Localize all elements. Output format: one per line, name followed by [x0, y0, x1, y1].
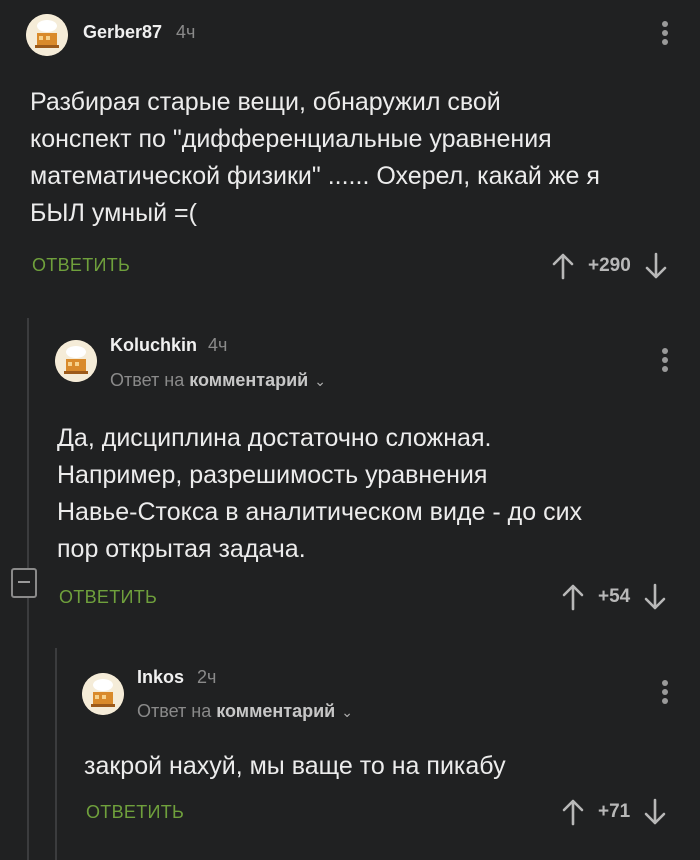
arrow-down-icon[interactable] — [642, 797, 668, 827]
comment-text: Да, дисциплина достаточно сложная. Напри… — [57, 424, 583, 563]
comment-text: закрой нахуй, мы ваще то на пикабу — [84, 752, 506, 780]
avatar[interactable] — [55, 340, 97, 382]
arrow-down-icon[interactable] — [643, 251, 669, 281]
arrow-down-icon[interactable] — [642, 582, 668, 612]
arrow-up-icon[interactable] — [560, 582, 586, 612]
arrow-up-icon[interactable] — [560, 797, 586, 827]
chef-hat-house-avatar-icon — [26, 14, 68, 56]
reply-to-target: комментарий — [216, 701, 336, 721]
comment-text: Разбирая старые вещи, обнаружил свой кон… — [30, 88, 600, 227]
minus-square-icon[interactable] — [11, 568, 37, 598]
chevron-down-icon: ⌄ — [341, 704, 353, 720]
reply-to-target: комментарий — [189, 370, 309, 390]
username[interactable]: Gerber87 — [83, 22, 162, 43]
vote-controls: +54 — [560, 582, 668, 612]
username[interactable]: Inkos — [137, 667, 184, 688]
username[interactable]: Koluchkin — [110, 335, 197, 356]
score: +71 — [598, 801, 631, 822]
avatar[interactable] — [26, 14, 68, 56]
vote-controls: +71 — [560, 797, 668, 827]
vertical-dots-icon[interactable] — [655, 18, 675, 48]
chef-hat-house-avatar-icon — [82, 673, 124, 715]
vote-controls: +290 — [550, 251, 669, 281]
reply-button[interactable]: ОТВЕТИТЬ — [86, 802, 184, 823]
avatar[interactable] — [82, 673, 124, 715]
thread-line-level-2 — [55, 648, 57, 860]
vertical-dots-icon[interactable] — [655, 677, 675, 707]
timestamp: 2ч — [197, 667, 217, 687]
timestamp: 4ч — [176, 22, 196, 42]
score: +54 — [598, 586, 631, 607]
chef-hat-house-avatar-icon — [55, 340, 97, 382]
reply-button[interactable]: ОТВЕТИТЬ — [59, 587, 157, 608]
reply-to-link[interactable]: Ответ на комментарий ⌄ — [110, 370, 326, 391]
reply-button[interactable]: ОТВЕТИТЬ — [32, 255, 130, 276]
vertical-dots-icon[interactable] — [655, 345, 675, 375]
reply-to-link[interactable]: Ответ на комментарий ⌄ — [137, 701, 353, 722]
arrow-up-icon[interactable] — [550, 251, 576, 281]
reply-to-prefix: Ответ на — [110, 370, 185, 390]
score: +290 — [588, 255, 631, 276]
reply-to-prefix: Ответ на — [137, 701, 212, 721]
timestamp: 4ч — [208, 335, 228, 355]
chevron-down-icon: ⌄ — [314, 373, 326, 389]
